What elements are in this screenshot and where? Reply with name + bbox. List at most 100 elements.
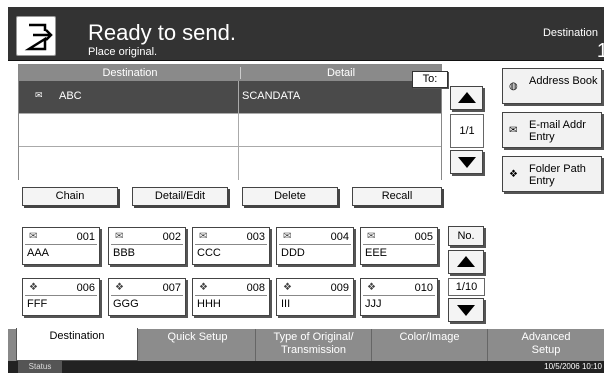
key-number: 009 <box>330 282 349 294</box>
folder-icon: ❖ <box>115 282 124 293</box>
key-name: AAA <box>27 247 50 259</box>
status-button[interactable]: Status <box>18 361 62 373</box>
to-button[interactable]: To: <box>412 71 448 88</box>
tab-label-line2: Setup <box>531 344 561 356</box>
tab-quick-setup[interactable]: Quick Setup <box>140 329 256 361</box>
tab-label: Color/Image <box>399 331 460 343</box>
key-name: GGG <box>113 298 139 310</box>
arrow-down-icon <box>457 305 475 316</box>
key-number: 002 <box>162 231 181 243</box>
key-name: EEE <box>365 247 388 259</box>
one-touch-key[interactable]: ❖ 009 III <box>276 278 354 316</box>
email-icon: ✉ <box>199 231 208 242</box>
tab-label: Quick Setup <box>167 331 228 343</box>
folder-entry-button[interactable]: ❖ Folder Path Entry <box>502 156 602 192</box>
key-name: JJJ <box>365 298 382 310</box>
tab-label-line2: Transmission <box>281 344 346 356</box>
email-entry-label: E-mail Addr Entry <box>529 119 586 143</box>
email-icon: ✉ <box>29 231 38 242</box>
key-name: BBB <box>113 247 136 259</box>
onetouch-scroll-down-button[interactable] <box>448 298 484 322</box>
list-page-indicator: 1/1 <box>450 114 484 148</box>
key-name: CCC <box>197 247 221 259</box>
key-number: 010 <box>414 282 433 294</box>
page-title: Ready to send. <box>88 20 236 45</box>
email-icon: ✉ <box>283 231 292 242</box>
tab-type-of-original[interactable]: Type of Original/ Transmission <box>256 329 372 361</box>
folder-icon: ❖ <box>199 282 208 293</box>
cell-detail <box>240 114 440 147</box>
address-book-button[interactable]: ◍ Address Book <box>502 68 602 104</box>
one-touch-key[interactable]: ❖ 006 FFF <box>22 278 100 316</box>
divider <box>363 295 435 296</box>
onetouch-scroll-up-button[interactable] <box>448 250 484 274</box>
key-name: DDD <box>281 247 305 259</box>
key-name: FFF <box>27 298 48 310</box>
detail-edit-button[interactable]: Detail/Edit <box>132 187 228 206</box>
page-subtitle: Place original. <box>88 46 158 58</box>
folder-entry-label: Folder Path Entry <box>529 163 586 187</box>
divider <box>363 244 435 245</box>
one-touch-key[interactable]: ❖ 007 GGG <box>108 278 186 316</box>
tab-label-line1: Type of Original/ <box>273 331 354 343</box>
key-name: III <box>281 298 291 310</box>
key-name: HHH <box>197 298 221 310</box>
status-bar: Status 10/5/2006 10:10 <box>8 361 604 373</box>
chain-button[interactable]: Chain <box>22 187 118 206</box>
address-book-icon: ◍ <box>509 81 518 92</box>
list-header: Destination Detail <box>19 65 441 81</box>
key-number: 007 <box>162 282 181 294</box>
key-number: 006 <box>76 282 95 294</box>
email-icon: ✉ <box>509 125 518 136</box>
detail-text: SCANDATA <box>242 90 301 102</box>
one-touch-key[interactable]: ❖ 008 HHH <box>192 278 270 316</box>
recall-button[interactable]: Recall <box>352 187 442 206</box>
folder-icon: ❖ <box>509 169 518 180</box>
destination-name: ABC <box>59 90 82 102</box>
tab-destination[interactable]: Destination <box>16 328 138 361</box>
email-icon: ✉ <box>115 231 124 242</box>
list-scroll-up-button[interactable] <box>450 86 483 110</box>
destination-list: Destination Detail ✉ ABC SCANDATA To: <box>18 64 448 180</box>
header-bar: Ready to send. Place original. Destinati… <box>8 7 604 62</box>
one-touch-key[interactable]: ✉ 003 CCC <box>192 227 270 265</box>
table-row[interactable] <box>19 114 441 147</box>
arrow-up-icon <box>457 256 475 267</box>
key-number: 004 <box>330 231 349 243</box>
divider <box>111 244 183 245</box>
tab-label-line1: Advanced <box>521 331 571 343</box>
onetouch-page-indicator: 1/10 <box>448 278 485 296</box>
divider <box>279 295 351 296</box>
divider <box>25 244 97 245</box>
arrow-up-icon <box>457 92 476 103</box>
delete-button[interactable]: Delete <box>242 187 338 206</box>
table-row[interactable] <box>19 147 441 180</box>
arrow-down-icon <box>457 157 476 168</box>
number-search-button[interactable]: No. <box>448 226 484 246</box>
destination-count-label: Destination <box>542 27 598 39</box>
key-number: 003 <box>246 231 265 243</box>
tab-color-image[interactable]: Color/Image <box>372 329 488 361</box>
column-header-detail: Detail <box>326 67 356 79</box>
destination-count: 1 <box>596 40 604 62</box>
divider <box>279 244 351 245</box>
status-datetime: 10/5/2006 10:10 <box>544 362 602 371</box>
key-number: 008 <box>246 282 265 294</box>
divider <box>195 244 267 245</box>
tab-advanced-setup[interactable]: Advanced Setup <box>488 329 604 361</box>
email-icon: ✉ <box>367 231 376 242</box>
email-icon: ✉ <box>35 90 43 100</box>
one-touch-key[interactable]: ✉ 004 DDD <box>276 227 354 265</box>
list-scroll-down-button[interactable] <box>450 150 483 174</box>
email-entry-button[interactable]: ✉ E-mail Addr Entry <box>502 112 602 148</box>
one-touch-key[interactable]: ✉ 002 BBB <box>108 227 186 265</box>
table-row[interactable]: ✉ ABC SCANDATA <box>19 81 441 114</box>
one-touch-key[interactable]: ❖ 010 JJJ <box>360 278 438 316</box>
key-number: 001 <box>76 231 95 243</box>
cell-detail: SCANDATA <box>240 81 440 114</box>
tab-label: Destination <box>49 330 105 342</box>
one-touch-key[interactable]: ✉ 001 AAA <box>22 227 100 265</box>
one-touch-key[interactable]: ✉ 005 EEE <box>360 227 438 265</box>
send-icon <box>16 16 56 56</box>
folder-icon: ❖ <box>29 282 38 293</box>
